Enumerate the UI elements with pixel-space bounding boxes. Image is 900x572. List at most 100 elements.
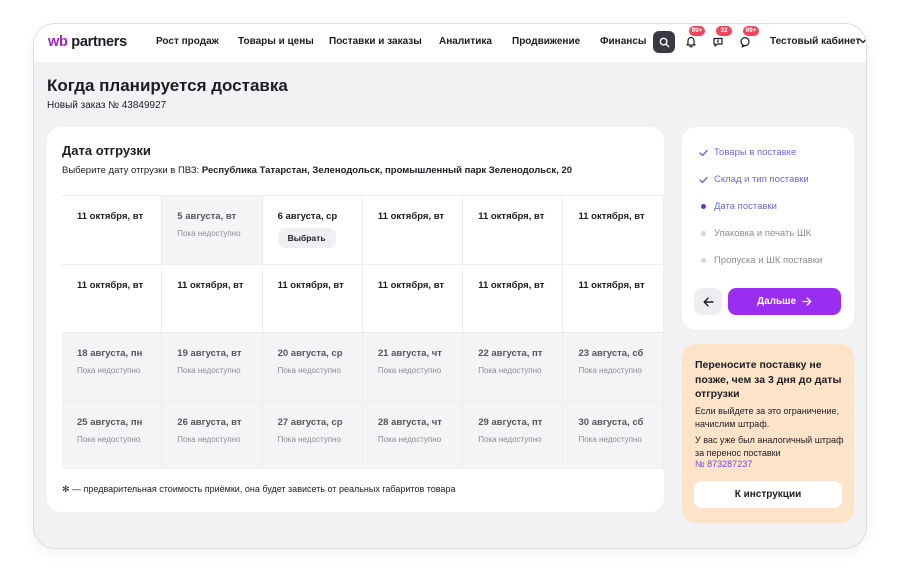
chevron-down-icon[interactable] bbox=[859, 38, 867, 44]
chat-icon bbox=[713, 37, 723, 47]
nav-goods-prices[interactable]: Товары и цены bbox=[238, 36, 314, 47]
current-dot-icon bbox=[698, 204, 708, 209]
date-label: 11 октября, вт bbox=[77, 211, 144, 222]
info-previous-penalty-text: У вас уже был аналогичный штраф за перен… bbox=[695, 435, 844, 458]
date-label: 11 октября, вт bbox=[377, 211, 445, 222]
search-button[interactable] bbox=[653, 31, 675, 53]
availability-note: Пока недоступно bbox=[377, 366, 442, 375]
availability-note: Пока недоступно bbox=[177, 229, 241, 238]
date-cell[interactable]: 11 октября, вт bbox=[262, 264, 363, 333]
availability-note: Пока недоступно bbox=[578, 434, 642, 444]
wb-partners-logo[interactable]: wb partners bbox=[48, 34, 127, 50]
step-item: Пропуска и ШК поставки bbox=[698, 255, 822, 266]
next-button-label: Дальше bbox=[756, 296, 797, 307]
shipment-date-card: Дата отгрузки Выберите дату отгрузки в П… bbox=[47, 127, 664, 512]
date-cell: 20 августа, ср Пока недоступно bbox=[262, 333, 363, 402]
date-cell: 21 августа, чт Пока недоступно bbox=[362, 333, 464, 402]
step-item[interactable]: Товары в поставке bbox=[698, 147, 796, 158]
date-cell: 27 августа, ср Пока недоступно bbox=[262, 401, 363, 469]
availability-note: Пока недоступно bbox=[177, 434, 241, 444]
date-label: 11 октября, вт bbox=[277, 279, 344, 291]
instructions-button[interactable]: К инструкции bbox=[694, 481, 842, 508]
date-label: 22 августа, пт bbox=[478, 348, 543, 359]
date-label: 25 августа, пн bbox=[77, 416, 143, 428]
date-label: 6 августа, ср bbox=[277, 211, 338, 222]
check-icon bbox=[698, 176, 708, 184]
date-cell[interactable]: 11 октября, вт bbox=[463, 264, 564, 333]
notifications-button[interactable]: 99+ bbox=[683, 26, 705, 50]
logo-partners: partners bbox=[71, 34, 127, 50]
availability-note: Пока недоступно bbox=[77, 366, 141, 375]
availability-note: Пока недоступно bbox=[578, 366, 642, 375]
nav-finance[interactable]: Финансы bbox=[600, 36, 646, 47]
nav-promotion[interactable]: Продвижение bbox=[512, 36, 580, 47]
date-label: 30 августа, сб bbox=[578, 416, 644, 428]
availability-note: Пока недоступно bbox=[177, 366, 241, 375]
date-cell[interactable]: 11 октября, вт bbox=[463, 196, 564, 265]
logo-wb: wb bbox=[48, 34, 68, 50]
date-cell: 18 августа, пн Пока недоступно bbox=[62, 333, 163, 402]
date-label: 11 октября, вт bbox=[77, 279, 144, 291]
step-label: Товары в поставке bbox=[714, 147, 797, 158]
step-label: Упаковка и печать ШК bbox=[714, 228, 812, 239]
date-cell[interactable]: 6 августа, ср Выбрать bbox=[262, 196, 363, 265]
date-label: 27 августа, ср bbox=[277, 416, 343, 428]
step-label: Дата поставки bbox=[714, 201, 777, 212]
date-cell[interactable]: 11 октября, вт bbox=[362, 196, 464, 265]
messages-badge: 99+ bbox=[743, 26, 759, 36]
page-title: Когда планируется доставка bbox=[47, 76, 288, 95]
pending-dot-icon bbox=[698, 231, 708, 236]
nav-supplies-orders[interactable]: Поставки и заказы bbox=[329, 36, 422, 47]
date-cell: 25 августа, пн Пока недоступно bbox=[62, 401, 163, 469]
date-cell[interactable]: 11 октября, вт bbox=[62, 196, 163, 265]
back-button[interactable] bbox=[694, 288, 722, 315]
chat-badge: 32 bbox=[716, 26, 732, 36]
pending-dot-icon bbox=[698, 258, 708, 263]
step-item: Дата поставки bbox=[698, 201, 777, 212]
date-cell: 5 августа, вт Пока недоступно bbox=[162, 196, 263, 265]
next-button[interactable]: Дальше bbox=[728, 288, 841, 315]
date-cell[interactable]: 11 октября, вт bbox=[362, 264, 464, 333]
date-label: 11 октября, вт bbox=[377, 279, 445, 291]
date-cell: 30 августа, сб Пока недоступно bbox=[563, 401, 664, 469]
order-number: Новый заказ № 43849927 bbox=[47, 100, 167, 111]
top-bar: wb partners Рост продаж Товары и цены По… bbox=[34, 24, 866, 62]
info-penalty-text: Если выйдете за это ограничение, начисли… bbox=[695, 406, 839, 429]
chat-button[interactable]: 32 bbox=[710, 26, 732, 50]
availability-note: Пока недоступно bbox=[77, 434, 141, 444]
info-title: Переносите поставку не позже, чем за 3 д… bbox=[695, 359, 842, 400]
date-label: 11 октября, вт bbox=[578, 279, 645, 291]
choose-date-button[interactable]: Выбрать bbox=[277, 228, 336, 248]
date-cell[interactable]: 11 октября, вт bbox=[563, 196, 664, 265]
date-label: 20 августа, ср bbox=[277, 348, 343, 359]
availability-note: Пока недоступно bbox=[277, 366, 341, 375]
description-prefix: Выберите дату отгрузки в ПВЗ: bbox=[62, 165, 202, 176]
reschedule-info-card: Переносите поставку не позже, чем за 3 д… bbox=[682, 344, 854, 523]
arrow-left-icon bbox=[703, 297, 714, 306]
nav-analytics[interactable]: Аналитика bbox=[439, 36, 492, 47]
date-label: 11 октября, вт bbox=[478, 279, 545, 291]
cabinet-selector[interactable]: Тестовый кабинет bbox=[770, 36, 860, 47]
date-cell[interactable]: 11 октября, вт bbox=[162, 264, 263, 333]
date-label: 29 августа, пт bbox=[478, 416, 543, 428]
date-cell: 28 августа, чт Пока недоступно bbox=[362, 401, 464, 469]
date-cell: 19 августа, вт Пока недоступно bbox=[162, 333, 263, 402]
date-label: 23 августа, сб bbox=[578, 348, 644, 359]
penalty-link[interactable]: № 873287237 bbox=[695, 459, 752, 469]
bell-icon bbox=[686, 36, 696, 48]
card-title: Дата отгрузки bbox=[62, 143, 151, 158]
date-cell[interactable]: 11 октября, вт bbox=[563, 264, 664, 333]
availability-note: Пока недоступно bbox=[478, 366, 542, 375]
step-item[interactable]: Склад и тип поставки bbox=[698, 174, 809, 185]
messages-button[interactable]: 99+ bbox=[737, 26, 759, 50]
nav-sales-growth[interactable]: Рост продаж bbox=[156, 36, 219, 47]
date-cell[interactable]: 11 октября, вт bbox=[62, 264, 163, 333]
date-label: 28 августа, чт bbox=[377, 416, 442, 428]
step-label: Склад и тип поставки bbox=[714, 174, 809, 185]
date-label: 11 октября, вт bbox=[177, 279, 244, 291]
date-cell: 29 августа, пт Пока недоступно bbox=[463, 401, 564, 469]
steps-card: Товары в поставке Склад и тип поставки Дат… bbox=[682, 127, 854, 330]
date-cell: 23 августа, сб Пока недоступно bbox=[563, 333, 664, 402]
search-icon bbox=[659, 37, 669, 47]
date-grid: 11 октября, вт 5 августа, вт Пока недоступ… bbox=[62, 195, 664, 469]
